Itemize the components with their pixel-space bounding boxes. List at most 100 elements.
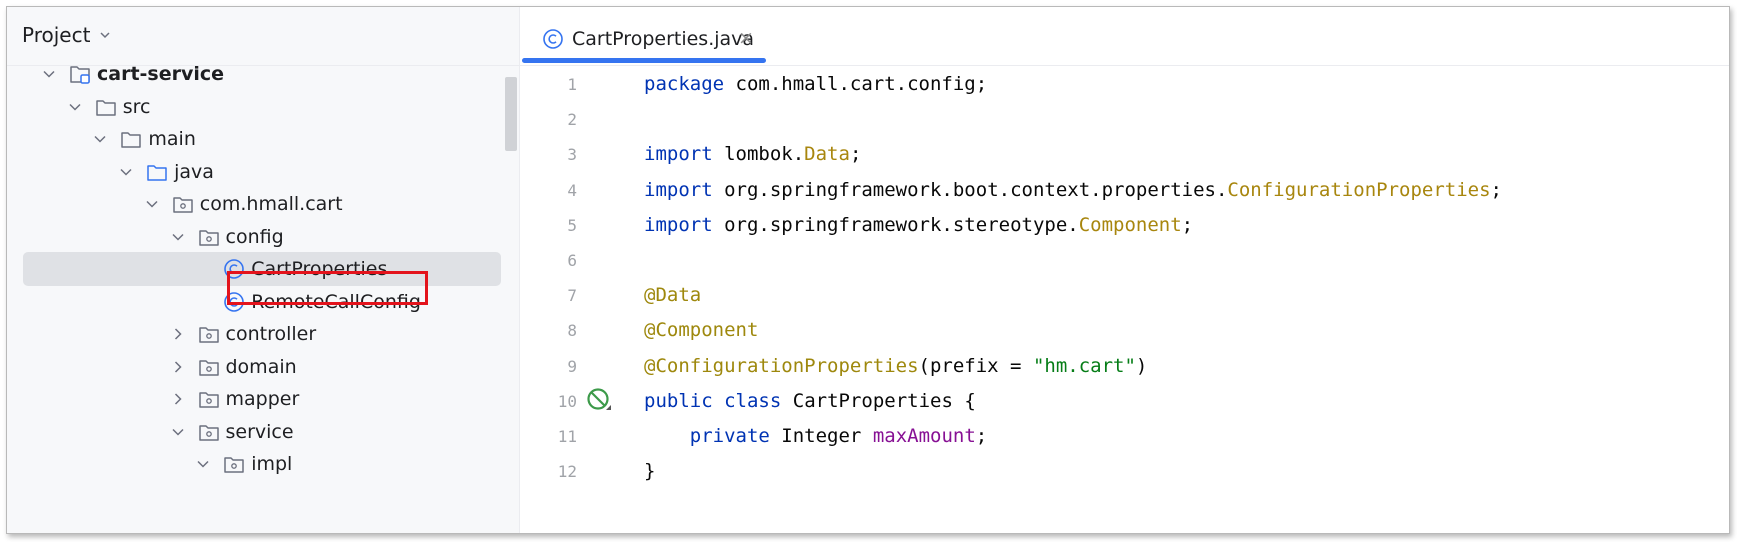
close-icon[interactable]: × <box>738 27 754 49</box>
code-token: CartProperties { <box>792 389 976 412</box>
chevron-down-icon <box>120 168 132 176</box>
tree-item-cart-service[interactable]: cart-service <box>23 65 501 91</box>
tree-item-main[interactable]: main <box>23 122 501 156</box>
code-text: @Component <box>644 319 758 341</box>
tree-item-label: main <box>148 128 196 150</box>
chevron-down-icon <box>171 428 184 436</box>
line-number: 11 <box>557 427 577 446</box>
tree-item-domain[interactable]: domain <box>23 350 501 384</box>
code-text: } <box>644 460 655 482</box>
code-token: ; <box>849 143 862 166</box>
code-text: @Data <box>644 284 701 306</box>
code-token: org.springframework.boot.context.propert… <box>724 178 1228 201</box>
code-token: Component <box>1078 213 1182 236</box>
chevron-down-icon <box>197 460 209 468</box>
tree-item-java[interactable]: java <box>23 155 501 189</box>
code-token: import <box>644 178 713 201</box>
tree-item-config[interactable]: config <box>23 220 501 254</box>
code-token: com.hmall.cart.config; <box>735 73 988 95</box>
code-token: import <box>644 143 713 166</box>
line-number: 9 <box>567 356 577 376</box>
tree-item-src[interactable]: src <box>23 90 501 124</box>
line-number: 6 <box>567 251 577 270</box>
line-number: 1 <box>567 75 577 94</box>
code-token: lombok. <box>724 143 805 166</box>
code-line: 7 @Data <box>520 277 1729 316</box>
chevron-down-icon <box>94 135 106 143</box>
code-line: 8 @Component <box>520 312 1729 351</box>
package-icon <box>173 197 193 213</box>
package-icon <box>198 359 219 376</box>
code-line: 3 import lombok.Data; <box>520 136 1729 175</box>
chevron-down-icon <box>100 32 110 39</box>
code-token: ) <box>1135 354 1148 377</box>
tab-cartproperties-java[interactable]: CartProperties.java × <box>520 7 768 65</box>
package-icon <box>224 457 244 473</box>
code-line: 6 <box>520 242 1729 281</box>
code-token: @Data <box>644 284 702 307</box>
source-folder-icon <box>147 164 167 181</box>
chevron-down-icon <box>43 70 55 78</box>
code-token: public <box>644 389 713 412</box>
java-class-icon <box>543 29 563 49</box>
chevron-down-icon <box>171 233 184 241</box>
code-token: class <box>724 389 782 412</box>
project-panel-header: Project <box>7 7 519 66</box>
line-number: 3 <box>567 145 577 165</box>
package-icon <box>198 424 219 441</box>
project-panel: Project cart-service src main java com.hmall… <box>7 7 520 533</box>
code-line: 10 public class CartProperties { <box>520 383 1729 422</box>
line-number: 4 <box>567 180 577 200</box>
project-title: Project <box>22 23 91 47</box>
tree-item-label: domain <box>225 355 297 378</box>
chevron-right-icon <box>174 328 182 340</box>
code-text: import org.springframework.stereotype.Co… <box>644 214 1193 236</box>
tree-item-com-hmall-cart[interactable]: com.hmall.cart <box>23 187 501 221</box>
folder-icon <box>121 132 142 148</box>
line-number: 10 <box>557 391 577 411</box>
tree-item-label: src <box>122 95 151 118</box>
code-token: import <box>644 213 713 236</box>
code-text: @ConfigurationProperties(prefix = "hm.ca… <box>644 355 1147 377</box>
code-token: } <box>644 460 656 483</box>
no-usages-icon[interactable] <box>585 386 613 414</box>
code-token: maxAmount <box>872 425 976 447</box>
code-text: private Integer maxAmount; <box>644 425 987 447</box>
code-editor[interactable]: 1 package com.hmall.cart.config; 2 3 import … <box>520 69 1729 533</box>
code-line: 1 package com.hmall.cart.config; <box>520 66 1729 105</box>
code-token: ; <box>1490 178 1502 201</box>
code-line: 12} <box>520 453 1729 492</box>
code-token: package <box>644 73 725 95</box>
annotation-highlight-box <box>227 271 428 305</box>
code-text: import org.springframework.boot.context.… <box>644 179 1502 201</box>
code-token: ; <box>975 425 988 447</box>
code-text: package com.hmall.cart.config; <box>644 73 987 95</box>
editor-tab-bar: CartProperties.java × <box>520 7 1729 66</box>
tree-item-label: config <box>225 225 284 248</box>
tab-label: CartProperties.java <box>572 28 755 50</box>
tree-item-label: service <box>225 420 294 443</box>
package-icon <box>198 392 219 408</box>
folder-icon <box>95 99 116 116</box>
chevron-down-icon <box>146 200 158 208</box>
code-line: 11 private Integer maxAmount; <box>520 418 1729 457</box>
tree-item-service[interactable]: service <box>23 415 501 449</box>
code-token: @Component <box>644 319 759 342</box>
chevron-right-icon <box>174 393 182 405</box>
tree-item-impl[interactable]: impl <box>23 447 501 481</box>
code-token: Integer <box>781 425 873 447</box>
chevron-right-icon <box>174 360 182 373</box>
line-number: 8 <box>567 321 577 341</box>
tree-item-mapper[interactable]: mapper <box>23 382 501 416</box>
package-icon <box>198 327 219 343</box>
tree-item-label: controller <box>225 323 317 345</box>
project-view-selector[interactable]: Project <box>22 23 112 47</box>
tree-item-label: cart-service <box>97 65 225 85</box>
code-token: "hm.cart" <box>1032 354 1136 377</box>
code-line: 5 import org.springframework.stereotype.C… <box>520 207 1729 246</box>
tree-item-controller[interactable]: controller <box>23 317 501 351</box>
tree-scrollbar[interactable] <box>505 77 517 151</box>
code-token: (prefix = <box>918 354 1033 377</box>
tree-item-label: impl <box>251 453 293 475</box>
